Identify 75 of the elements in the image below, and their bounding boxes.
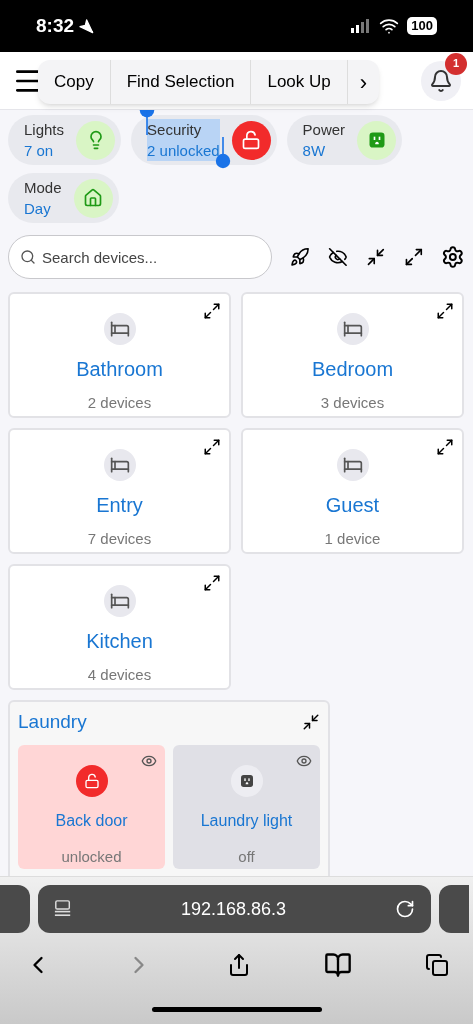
chip-value: 2 unlocked [147, 140, 220, 161]
expand-icon[interactable] [436, 438, 454, 456]
house-icon [83, 188, 104, 208]
room-card[interactable]: Guest 1 device [241, 428, 464, 554]
signal-icon [351, 19, 372, 33]
chip-label: Power [302, 120, 346, 140]
context-menu-item[interactable]: Look Up [250, 60, 347, 104]
status-time: 8:32 [36, 13, 75, 38]
tabs-icon[interactable] [425, 953, 449, 977]
room-card[interactable]: Bathroom 2 devices [8, 292, 231, 418]
room-card[interactable]: Bedroom 3 devices [241, 292, 464, 418]
next-tab[interactable] [439, 885, 469, 933]
wifi-icon [379, 16, 400, 36]
room-name: Entry [96, 493, 143, 518]
expand-icon[interactable] [403, 247, 424, 267]
device-count: 3 devices [320, 393, 385, 413]
room-name: Kitchen [86, 629, 153, 654]
device-count: 1 device [324, 529, 381, 549]
chip-value: Day [24, 199, 52, 219]
chip-value: 8W [302, 141, 327, 161]
summary-chip[interactable]: Security 2 unlocked [131, 115, 277, 165]
device-status: unlocked [61, 846, 122, 867]
bell-icon [429, 68, 453, 93]
summary-chip[interactable]: Lights 7 on [8, 115, 122, 165]
bed-icon [109, 455, 130, 475]
search-field[interactable]: Search devices... [8, 235, 273, 279]
device-count: 7 devices [87, 529, 152, 549]
settings-icon[interactable] [441, 245, 465, 269]
address-bar[interactable]: 192.168.86.3 [38, 885, 431, 933]
collapse-icon[interactable] [302, 713, 320, 732]
location-icon [78, 18, 95, 34]
context-menu-item[interactable]: Find Selection [109, 60, 251, 104]
chip-label: Security [147, 119, 220, 140]
rocket-icon[interactable] [290, 247, 311, 267]
chip-label: Lights [24, 120, 65, 140]
bookmarks-icon[interactable] [323, 951, 352, 979]
room-name: Guest [325, 493, 380, 518]
device-count: 2 devices [87, 393, 152, 413]
expand-icon[interactable] [436, 302, 454, 320]
unlocked-padlock-icon [241, 130, 262, 150]
battery-indicator: 100 [407, 17, 437, 35]
notifications-button[interactable] [421, 60, 461, 101]
reader-icon[interactable] [54, 900, 72, 918]
device-tile[interactable]: Laundry light off [173, 744, 320, 869]
notification-badge: 1 [445, 52, 467, 75]
previous-tab[interactable] [0, 885, 30, 933]
device-name: Laundry light [200, 810, 293, 831]
room-card[interactable]: Entry 7 devices [8, 428, 231, 554]
chip-label: Mode [24, 178, 62, 198]
address-text: 192.168.86.3 [180, 897, 287, 921]
chip-value: 7 on [24, 141, 55, 161]
outlet-icon [238, 772, 255, 789]
device-count: 4 devices [87, 665, 152, 685]
reload-icon[interactable] [395, 899, 415, 919]
summary-chip[interactable]: Mode Day [8, 173, 119, 223]
bed-icon [109, 319, 130, 339]
device-tile[interactable]: Back door unlocked [18, 744, 165, 869]
device-status: off [238, 846, 255, 867]
search-icon [20, 249, 36, 265]
summary-chip[interactable]: Power 8W [286, 115, 403, 165]
bed-icon [342, 319, 363, 339]
expand-icon[interactable] [203, 438, 221, 456]
device-name: Back door [55, 810, 128, 831]
collapse-icon[interactable] [365, 247, 386, 267]
context-menu-item[interactable]: Copy [38, 60, 110, 104]
room-name: Bedroom [311, 357, 394, 382]
unlocked-padlock-icon [83, 772, 100, 789]
bed-icon [109, 591, 130, 611]
room-card[interactable]: Kitchen 4 devices [8, 564, 231, 690]
expand-icon[interactable] [203, 302, 221, 320]
eye-off-icon[interactable] [328, 247, 348, 267]
room-name: Bathroom [76, 357, 163, 382]
room-title: Laundry [18, 710, 87, 734]
bed-icon [342, 455, 363, 475]
expand-icon[interactable] [203, 574, 221, 592]
